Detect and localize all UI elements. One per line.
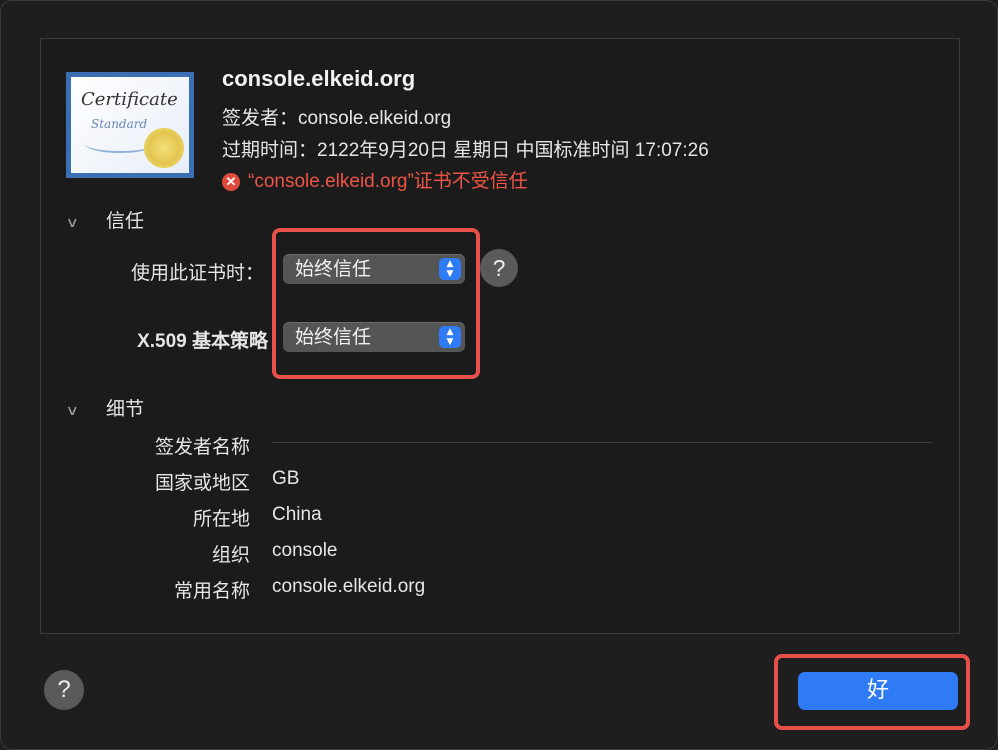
- certificate-icon-text: Certificate: [81, 89, 178, 110]
- help-button[interactable]: ?: [44, 670, 84, 710]
- detail-label-locality: 所在地: [192, 508, 250, 530]
- detail-value-common-name: console.elkeid.org: [272, 576, 426, 597]
- seal-icon: [147, 131, 181, 165]
- issuer-line: 签发者：console.elkeid.org: [222, 108, 452, 129]
- detail-value-country: GB: [272, 468, 300, 489]
- x509-policy-label: X.509 基本策略: [137, 331, 268, 352]
- issuer-name-header: 签发者名称: [154, 436, 250, 458]
- detail-label-common-name: 常用名称: [173, 580, 250, 602]
- untrusted-warning-text: “console.elkeid.org”证书不受信任: [248, 171, 528, 192]
- detail-label-country: 国家或地区: [154, 472, 250, 494]
- details-section-label: 细节: [106, 398, 145, 420]
- detail-value-locality: China: [272, 504, 322, 525]
- details-section-toggle[interactable]: ∨ 细节: [65, 394, 145, 421]
- detail-label-organization: 组织: [211, 544, 250, 566]
- trust-section-label: 信任: [106, 210, 145, 232]
- ok-button-highlight: [774, 654, 970, 730]
- chevron-down-icon: ∨: [65, 215, 79, 231]
- trust-help-button[interactable]: ?: [480, 249, 518, 287]
- untrusted-warning: ✕ “console.elkeid.org”证书不受信任: [222, 166, 528, 193]
- when-using-label: 使用此证书时：: [130, 262, 264, 284]
- trust-popups-highlight: [272, 228, 480, 379]
- expiry-line: 过期时间：2122年9月20日 星期日 中国标准时间 17:07:26: [222, 140, 709, 161]
- trust-section-toggle[interactable]: ∨ 信任: [65, 206, 145, 233]
- error-icon: ✕: [222, 172, 240, 191]
- certificate-icon: Certificate Standard: [66, 72, 194, 178]
- issuer-name-divider: [272, 442, 932, 443]
- certificate-title: console.elkeid.org: [222, 66, 416, 91]
- detail-value-organization: console: [272, 540, 338, 561]
- certificate-flourish: [85, 135, 155, 153]
- certificate-icon-subtext: Standard: [91, 117, 148, 131]
- chevron-down-icon: ∨: [65, 403, 79, 419]
